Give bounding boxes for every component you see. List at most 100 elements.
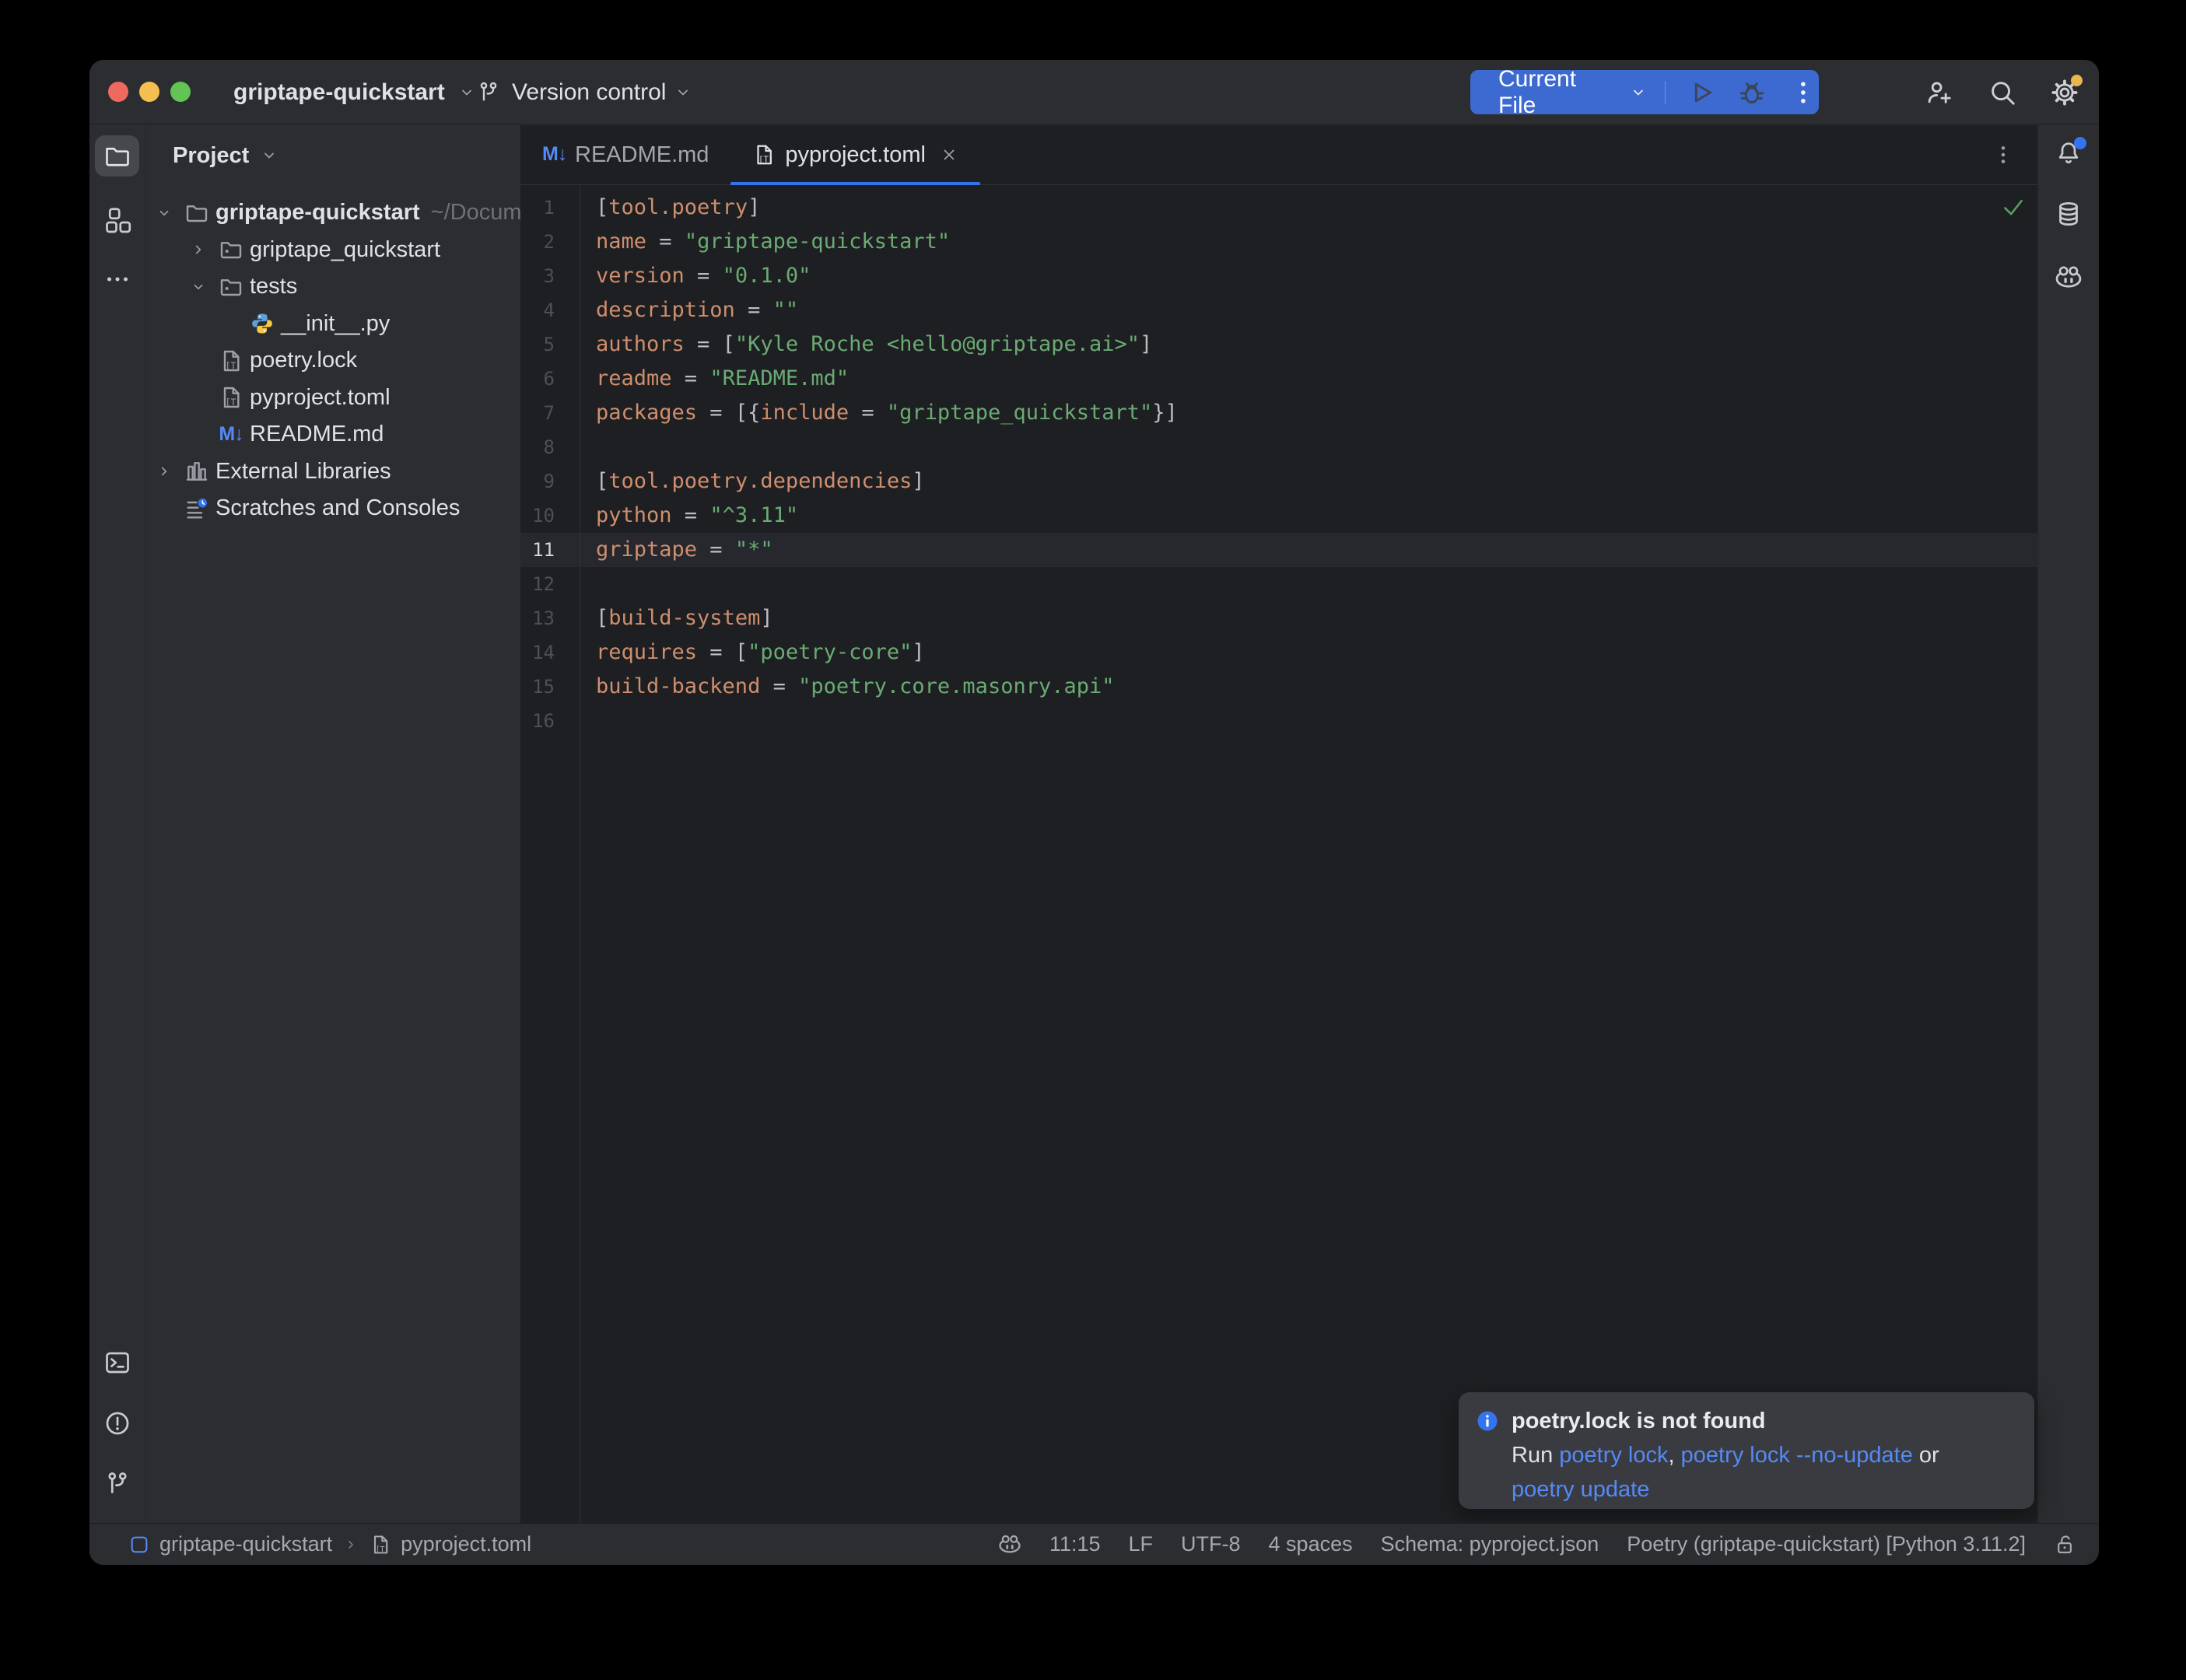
ai-assistant-status[interactable] [998,1533,1021,1556]
indent-style[interactable]: 4 spaces [1269,1532,1353,1556]
database-tool-button[interactable] [2055,200,2083,228]
code-line-7: 7packages = [{include = "griptape_quicks… [520,396,2037,430]
tree-item-pyproject-toml[interactable]: [T]pyproject.toml [145,380,520,417]
code-text [580,567,596,601]
run-configuration-widget[interactable]: Current File [1470,70,1819,114]
problems-tool-button[interactable] [103,1409,131,1437]
svg-text:[T]: [T] [759,154,774,164]
more-actions-icon[interactable] [1788,77,1819,108]
line-number: 11 [520,533,580,567]
line-separator[interactable]: LF [1129,1532,1154,1556]
code-line-3: 3version = "0.1.0" [520,259,2037,293]
markdown-icon: M↓ [219,423,243,446]
right-tool-stripe [2037,125,2099,1523]
tree-item-tests[interactable]: tests [145,268,520,306]
notification-badge [2074,137,2086,149]
readonly-toggle[interactable] [2054,1533,2077,1556]
file-encoding[interactable]: UTF-8 [1181,1532,1241,1556]
tree-item-label: tests [250,274,297,299]
chevron-down-icon[interactable] [183,278,214,296]
structure-tool-button[interactable] [103,206,131,234]
macos-close-button[interactable] [108,82,128,102]
notifications-button[interactable] [2055,139,2083,167]
macos-minimize-button[interactable] [139,82,159,102]
debug-icon[interactable] [1736,77,1767,108]
search-everywhere-icon[interactable] [1988,78,2017,107]
code-text: build-backend = "poetry.core.masonry.api… [580,670,1115,704]
code-text: description = "" [580,293,798,327]
tab-readme-md[interactable]: M↓README.md [520,125,730,184]
left-tool-stripe [89,125,145,1523]
tree-item-label: griptape-quickstart [215,200,420,226]
chevron-down-icon [1629,83,1648,102]
tree-item-label: __init__.py [281,311,390,337]
notification-link[interactable]: poetry update [1512,1477,1649,1502]
notification-text: Run [1512,1443,1559,1468]
code-line-9: 9[tool.poetry.dependencies] [520,464,2037,499]
line-number: 6 [520,362,580,396]
tab-pyproject-toml[interactable]: [T]pyproject.toml [730,125,980,184]
code-line-11: 11griptape = "*" [520,533,2037,567]
tab-close-icon[interactable] [940,145,958,164]
vcs-widget[interactable]: Version control [476,60,692,124]
chevron-down-icon[interactable] [149,205,180,222]
code-line-16: 16 [520,704,2037,738]
code-line-2: 2name = "griptape-quickstart" [520,225,2037,259]
project-panel-header[interactable]: Project [145,125,520,186]
caret-position[interactable]: 11:15 [1049,1532,1101,1556]
chevron-down-icon [260,146,279,165]
chevron-right-icon[interactable] [149,463,180,480]
line-number: 1 [520,191,580,225]
code-text: requires = ["poetry-core"] [580,635,925,670]
json-schema[interactable]: Schema: pyproject.json [1381,1532,1599,1556]
python-interpreter[interactable]: Poetry (griptape-quickstart) [Python 3.1… [1627,1532,2026,1556]
tree-item-poetry-lock[interactable]: [T]poetry.lock [145,342,520,380]
statusbar-widgets: 11:15 LF UTF-8 4 spaces Schema: pyproject.js… [998,1532,2077,1556]
ai-assistant-tool-button[interactable] [2055,264,2083,292]
tree-item-griptape-quickstart[interactable]: griptape_quickstart [145,232,520,269]
tree-item-griptape-quickstart[interactable]: griptape-quickstart~/Docume [145,194,520,232]
code-text: [tool.poetry.dependencies] [580,464,925,499]
macos-maximize-button[interactable] [170,82,191,102]
chevron-down-icon [674,83,692,102]
tree-item-external-libraries[interactable]: External Libraries [145,453,520,491]
line-number: 4 [520,293,580,327]
breadcrumb-griptape-quickstart[interactable]: griptape-quickstart [128,1532,332,1556]
run-icon[interactable] [1686,77,1717,108]
titlebar: griptape-quickstart Version control Curr… [89,60,2099,124]
info-icon [1476,1409,1499,1433]
main-area: Project griptape-quickstart~/Documegript… [89,125,2099,1523]
line-number: 14 [520,635,580,670]
notification-link[interactable]: poetry lock --no-update [1681,1443,1913,1468]
code-with-me-icon[interactable] [1924,78,1953,107]
line-number: 2 [520,225,580,259]
inspections-ok-icon[interactable] [2000,194,2027,220]
chevron-right-icon[interactable] [183,241,214,258]
tab-options-icon[interactable] [1991,142,2016,167]
tree-item--init-py[interactable]: __init__.py [145,306,520,343]
code-text: name = "griptape-quickstart" [580,225,950,259]
code-text [580,704,596,738]
code-area[interactable]: 1[tool.poetry]2name = "griptape-quicksta… [520,185,2037,1523]
code-text: authors = ["Kyle Roche <hello@griptape.a… [580,327,1152,362]
tree-item-scratches-and-consoles[interactable]: Scratches and Consoles [145,490,520,527]
breadcrumb-pyproject-toml[interactable]: [T]pyproject.toml [370,1532,531,1556]
version-control-tool-button[interactable] [103,1470,131,1498]
code-text: packages = [{include = "griptape_quickst… [580,396,1178,430]
tree-item-readme-md[interactable]: M↓README.md [145,416,520,453]
editor[interactable]: M↓README.md[T]pyproject.toml 1[tool.poet… [520,125,2037,1523]
line-number: 7 [520,396,580,430]
code-text: [tool.poetry] [580,191,760,225]
breadcrumb-label: griptape-quickstart [159,1532,332,1556]
terminal-tool-button[interactable] [103,1349,131,1377]
code-line-8: 8 [520,430,2037,464]
notification-balloon: poetry.lock is not found Run poetry lock… [1459,1392,2034,1509]
project-tool-button[interactable] [95,135,139,177]
project-selector[interactable]: griptape-quickstart [233,60,476,124]
notification-link[interactable]: poetry lock [1559,1443,1668,1468]
settings-gear-icon[interactable] [2050,78,2079,107]
more-tool-windows-button[interactable] [103,265,131,293]
project-tree: griptape-quickstart~/Documegriptape_quic… [145,186,520,527]
line-number: 15 [520,670,580,704]
code-text [580,430,596,464]
